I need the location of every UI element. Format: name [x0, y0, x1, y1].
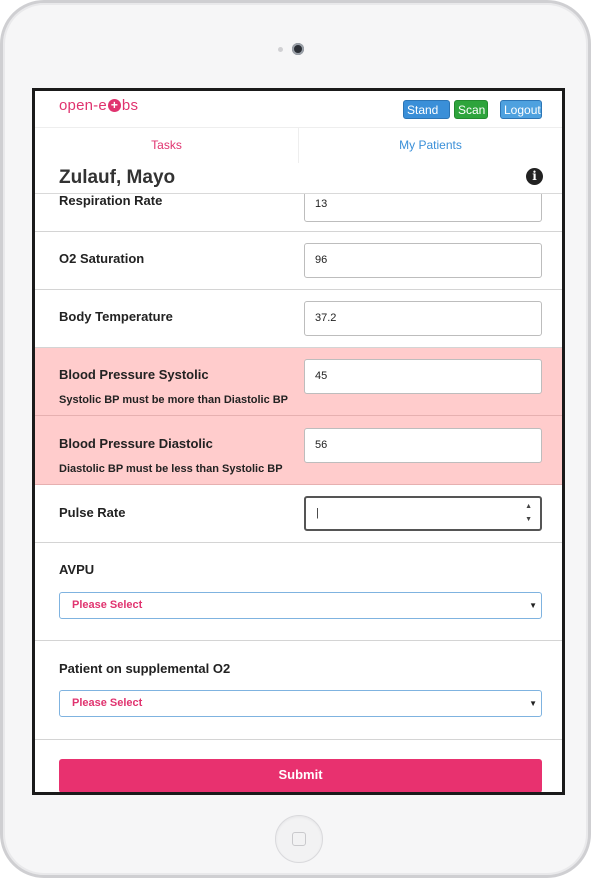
- patient-name: Zulauf, Mayo: [59, 167, 176, 188]
- tab-bar: Tasks My Patients: [35, 127, 562, 164]
- pulse-rate-label: Pulse Rate: [59, 505, 126, 520]
- respiration-rate-label: Respiration Rate: [59, 193, 163, 208]
- bp-diastolic-input[interactable]: 56: [304, 428, 542, 463]
- bp-diastolic-row: Blood Pressure Diastolic 56 Diastolic BP…: [35, 416, 562, 485]
- logout-button[interactable]: Logout: [500, 100, 542, 119]
- tablet-device-frame: open-e + bs Stand In Scan Logout Tasks My …: [0, 0, 591, 878]
- body-temperature-label: Body Temperature: [59, 309, 173, 324]
- pulse-rate-input[interactable]: | ▲ ▼: [304, 496, 542, 531]
- bp-diastolic-error: Diastolic BP must be less than Systolic …: [59, 463, 283, 475]
- bp-diastolic-label: Blood Pressure Diastolic: [59, 436, 213, 451]
- home-button[interactable]: [275, 815, 323, 863]
- spinner-down-icon[interactable]: ▼: [525, 515, 532, 524]
- avpu-select[interactable]: Please Select ▼: [59, 592, 542, 619]
- o2-saturation-row: O2 Saturation 96: [35, 232, 562, 290]
- o2-saturation-label: O2 Saturation: [59, 251, 145, 266]
- camera-icon: [292, 43, 304, 55]
- supplemental-o2-label: Patient on supplemental O2: [59, 661, 231, 676]
- bp-systolic-error: Systolic BP must be more than Diastolic …: [59, 394, 289, 406]
- home-square-icon: [292, 832, 306, 846]
- chevron-down-icon: ▼: [529, 601, 537, 610]
- top-bar: open-e + bs Stand In Scan Logout: [35, 91, 562, 136]
- chevron-down-icon: ▼: [529, 699, 537, 708]
- number-spinner[interactable]: ▲ ▼: [525, 502, 532, 524]
- avpu-label: AVPU: [59, 562, 95, 577]
- app-screen: open-e + bs Stand In Scan Logout Tasks My …: [32, 88, 565, 795]
- avpu-row: AVPU Please Select ▼: [35, 543, 562, 641]
- supplemental-o2-select[interactable]: Please Select ▼: [59, 690, 542, 717]
- bp-systolic-input[interactable]: 45: [304, 359, 542, 394]
- pulse-rate-row: Pulse Rate | ▲ ▼: [35, 485, 562, 543]
- patient-header: Zulauf, Mayo i: [35, 163, 562, 194]
- bp-systolic-row: Blood Pressure Systolic 45 Systolic BP m…: [35, 348, 562, 416]
- bp-systolic-label: Blood Pressure Systolic: [59, 367, 209, 382]
- plus-icon: +: [107, 99, 121, 112]
- submit-button[interactable]: Submit: [59, 759, 542, 792]
- app-logo: open-e + bs: [59, 97, 139, 114]
- spinner-up-icon[interactable]: ▲: [525, 502, 532, 511]
- body-temperature-row: Body Temperature 37.2: [35, 290, 562, 348]
- o2-saturation-input[interactable]: 96: [304, 243, 542, 278]
- scan-button[interactable]: Scan: [454, 100, 488, 119]
- supplemental-o2-row: Patient on supplemental O2 Please Select…: [35, 641, 562, 740]
- info-icon[interactable]: i: [526, 168, 543, 185]
- tab-tasks[interactable]: Tasks: [35, 128, 299, 163]
- body-temperature-input[interactable]: 37.2: [304, 301, 542, 336]
- sensor-dot: [278, 47, 283, 52]
- stand-in-button[interactable]: Stand In: [403, 100, 450, 136]
- tab-my-patients[interactable]: My Patients: [299, 128, 562, 163]
